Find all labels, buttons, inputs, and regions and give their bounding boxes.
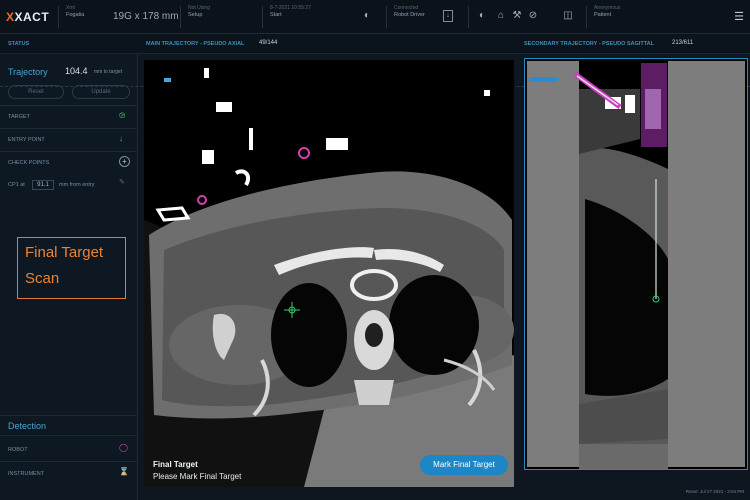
main-trajectory-view[interactable]: Final Target Please Mark Final Target Ma… — [144, 60, 514, 487]
mark-final-target-button[interactable]: Mark Final Target — [420, 455, 508, 475]
separator — [262, 6, 263, 28]
header-cell-mode: Xmt Fogatia — [66, 5, 85, 18]
home-icon[interactable]: ⌂ — [495, 10, 507, 22]
separator — [58, 6, 59, 28]
separator — [468, 6, 469, 28]
checkpoint-suffix: mm from entry — [59, 182, 95, 188]
main-view-label: MAIN TRAJECTORY - PSEUDO AXIAL — [146, 41, 245, 47]
checkpoint-prefix: CP1 at — [8, 182, 25, 188]
instrument-row-label: INSTRUMENT — [8, 471, 45, 477]
header-cell-patient: Anonymous Patient — [594, 5, 621, 18]
header-cell-time: 8-7-2021 10:55:27 Start — [270, 5, 311, 18]
secondary-view-label: SECONDARY TRAJECTORY - PSEUDO SAGITTAL — [524, 41, 654, 47]
trajectory-value: 104.4 — [65, 66, 88, 76]
device-icon[interactable]: ↓ — [443, 10, 453, 22]
separator — [586, 6, 587, 28]
update-button[interactable]: Update — [72, 85, 130, 99]
divider — [0, 461, 138, 462]
status-label: STATUS — [8, 41, 30, 47]
robot-row-label: ROBOT — [8, 447, 28, 453]
sync-icon[interactable]: ◐ — [361, 10, 373, 22]
divider — [0, 105, 138, 106]
menu-icon[interactable]: ☰ — [734, 10, 744, 23]
detection-label: Detection — [8, 421, 47, 431]
app-logo: XXACT — [6, 10, 50, 24]
arrow-down-icon[interactable]: ↓ — [119, 134, 123, 143]
robot-icon[interactable]: ◯ — [119, 443, 128, 452]
edit-icon[interactable]: ✎ — [119, 178, 125, 186]
eye-off-icon[interactable]: ⊘ — [527, 10, 539, 22]
needle-size: 19G x 178 mm — [113, 11, 179, 22]
separator — [386, 6, 387, 28]
view-title: Final Target — [153, 460, 198, 469]
secondary-slice-counter: 213/611 — [672, 40, 694, 46]
instrument-icon[interactable]: ⌛ — [119, 467, 129, 476]
final-target-annotation: Final Target Scan — [17, 237, 126, 299]
divider — [0, 415, 138, 416]
annotation-line-2: Scan — [25, 270, 60, 287]
top-bar: XXACT Xmt Fogatia 19G x 178 mm Not Using S… — [0, 0, 750, 34]
layout-icon[interactable]: ◫ — [562, 10, 574, 22]
divider — [0, 435, 138, 436]
divider — [0, 151, 138, 152]
tools-icon[interactable]: ⚒ — [511, 10, 523, 22]
header-cell-robot: Connected Robot Driver — [394, 5, 425, 18]
main-slice-counter: 49/144 — [259, 40, 278, 46]
ct-sagittal-image[interactable] — [525, 59, 747, 469]
plus-circle-icon[interactable]: + — [119, 156, 130, 167]
divider — [0, 128, 138, 129]
header-cell-status: Not Using Setup — [188, 5, 210, 18]
trajectory-unit: mm to target — [94, 69, 123, 75]
view-subtitle: Please Mark Final Target — [153, 472, 242, 481]
check-points-row-label: CHECK POINTS — [8, 160, 50, 166]
views-bar: STATUS MAIN TRAJECTORY - PSEUDO AXIAL 49… — [0, 34, 750, 54]
target-row-label: TARGET — [8, 114, 30, 120]
secondary-trajectory-view[interactable] — [524, 58, 748, 470]
trajectory-label: Trajectory — [8, 67, 48, 77]
status-footer: Reset: Jul 27 2021 - 3:04 PM — [685, 489, 744, 494]
target-icon[interactable]: ⧁ — [119, 111, 125, 121]
entry-point-row-label: ENTRY POINT — [8, 137, 45, 143]
checkpoint-distance-input[interactable]: 91.1 — [32, 180, 54, 190]
reset-button[interactable]: Reset — [8, 85, 64, 99]
contrast-icon[interactable]: ◐ — [476, 10, 488, 22]
annotation-line-1: Final Target — [25, 244, 104, 261]
ct-axial-image[interactable] — [144, 60, 514, 487]
left-panel: Trajectory 104.4 mm to target Reset Upda… — [0, 54, 138, 500]
separator — [180, 6, 181, 28]
